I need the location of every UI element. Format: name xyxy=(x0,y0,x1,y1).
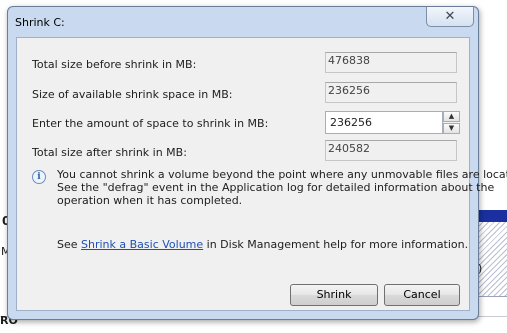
help-suffix: in Disk Management help for more informa… xyxy=(203,238,469,251)
spin-up-button[interactable]: ▲ xyxy=(443,111,460,122)
shrink-amount-input[interactable] xyxy=(325,111,443,134)
shrink-button[interactable]: Shrink xyxy=(290,284,378,306)
spin-down-button[interactable]: ▼ xyxy=(443,123,460,134)
dialog-title: Shrink C: xyxy=(15,16,65,29)
background-disk-partition xyxy=(478,222,507,297)
total-size-after-value: 240582 xyxy=(325,140,457,161)
help-prefix: See xyxy=(57,238,82,251)
spin-buttons: ▲ ▼ xyxy=(443,111,460,134)
info-icon: i xyxy=(32,170,46,184)
dialog-titlebar[interactable]: Shrink C: ✕ xyxy=(8,7,478,37)
chevron-up-icon: ▲ xyxy=(448,112,455,120)
cancel-button[interactable]: Cancel xyxy=(384,284,460,306)
available-shrink-value: 236256 xyxy=(325,82,457,103)
total-size-before-value: 476838 xyxy=(325,52,457,73)
available-shrink-label: Size of available shrink space in MB: xyxy=(32,88,233,101)
info-message-line: You cannot shrink a volume beyond the po… xyxy=(57,168,507,181)
chevron-down-icon: ▼ xyxy=(448,124,455,132)
shrink-dialog: Shrink C: ✕ Total size before shrink in … xyxy=(7,6,507,320)
background-disk-bar xyxy=(478,210,507,222)
shrink-amount-label: Enter the amount of space to shrink in M… xyxy=(32,117,269,130)
info-message-line: operation when it has completed. xyxy=(57,194,243,207)
info-message-line: See the "defrag" event in the Applicatio… xyxy=(57,181,495,194)
total-size-after-label: Total size after shrink in MB: xyxy=(32,146,187,159)
help-reference: See Shrink a Basic Volume in Disk Manage… xyxy=(57,238,468,251)
info-message: You cannot shrink a volume beyond the po… xyxy=(57,168,507,207)
close-icon: ✕ xyxy=(444,9,456,24)
close-button[interactable]: ✕ xyxy=(426,7,474,27)
dialog-body: Total size before shrink in MB: 476838 S… xyxy=(16,37,507,311)
total-size-before-label: Total size before shrink in MB: xyxy=(32,58,197,71)
shrink-basic-volume-link[interactable]: Shrink a Basic Volume xyxy=(81,238,203,251)
shrink-amount-stepper[interactable]: ▲ ▼ xyxy=(325,111,460,134)
